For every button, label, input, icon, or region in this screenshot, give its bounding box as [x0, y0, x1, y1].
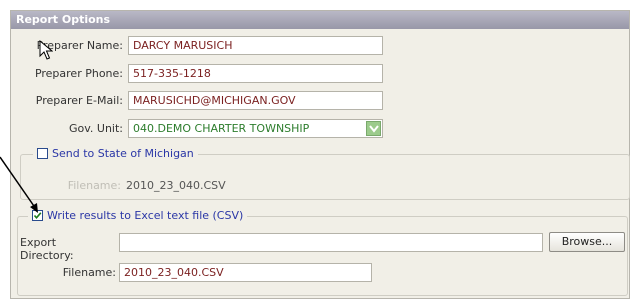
write-excel-label[interactable]: Write results to Excel text file (CSV) — [47, 209, 243, 222]
excel-filename-field[interactable]: 2010_23_040.CSV — [119, 263, 372, 282]
export-directory-label: Export Directory: — [20, 236, 74, 262]
excel-filename-label: Filename: — [62, 266, 116, 279]
gov-unit-select[interactable]: 040.DEMO CHARTER TOWNSHIP — [128, 119, 383, 138]
report-options-panel: Report Options Preparer Name: DARCY MARU… — [10, 10, 630, 299]
annotation-arrow-icon — [0, 156, 38, 213]
gov-unit-value: 040.DEMO CHARTER TOWNSHIP — [133, 122, 310, 135]
send-to-state-group: Send to State of Michigan Filename: 2010… — [20, 146, 630, 200]
panel-title: Report Options — [11, 11, 629, 29]
mouse-cursor-icon — [39, 40, 53, 60]
state-filename-label: Filename: — [67, 179, 121, 192]
send-to-state-legend: Send to State of Michigan — [33, 146, 198, 162]
state-filename-value: 2010_23_040.CSV — [126, 179, 226, 192]
gov-unit-label: Gov. Unit: — [68, 122, 123, 135]
browse-button[interactable]: Browse... — [549, 232, 625, 252]
preparer-phone-field[interactable]: 517-335-1218 — [128, 64, 383, 83]
send-to-state-label[interactable]: Send to State of Michigan — [52, 147, 194, 160]
excel-export-legend: Write results to Excel text file (CSV) — [28, 208, 248, 224]
dropdown-arrow-icon[interactable] — [366, 121, 381, 136]
preparer-phone-label: Preparer Phone: — [34, 67, 123, 80]
preparer-name-field[interactable]: DARCY MARUSICH — [128, 36, 383, 55]
export-directory-field[interactable] — [119, 233, 543, 252]
excel-export-group: Write results to Excel text file (CSV) E… — [17, 208, 628, 296]
preparer-email-field[interactable]: MARUSICHD@MICHIGAN.GOV — [128, 91, 383, 110]
preparer-email-label: Preparer E-Mail: — [35, 94, 123, 107]
